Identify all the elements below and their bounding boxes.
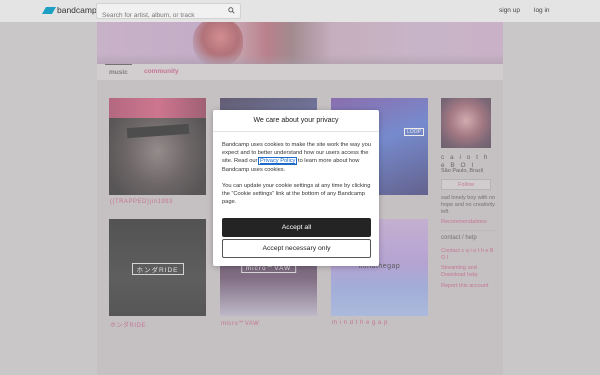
log-in-link[interactable]: log in <box>534 7 550 14</box>
search-box[interactable] <box>96 3 241 23</box>
logo-text: bandcamp <box>57 5 97 15</box>
cookie-consent-modal: We care about your privacy Bandcamp uses… <box>213 110 379 266</box>
accept-necessary-button[interactable]: Accept necessary only <box>222 239 371 258</box>
bandcamp-logo-icon <box>41 6 57 14</box>
search-input[interactable] <box>97 8 222 23</box>
accept-all-button[interactable]: Accept all <box>222 218 371 237</box>
modal-title: We care about your privacy <box>213 110 379 132</box>
top-bar: bandcamp sign up log in <box>0 0 600 23</box>
search-icon[interactable] <box>228 7 235 14</box>
bandcamp-logo[interactable]: bandcamp <box>41 5 97 15</box>
cookie-settings-note: You can update your cookie settings at a… <box>222 183 371 206</box>
privacy-policy-link[interactable]: Privacy Policy <box>257 157 298 166</box>
sign-up-link[interactable]: sign up <box>499 7 520 14</box>
cookie-description: Bandcamp uses cookies to make the site w… <box>222 142 371 173</box>
